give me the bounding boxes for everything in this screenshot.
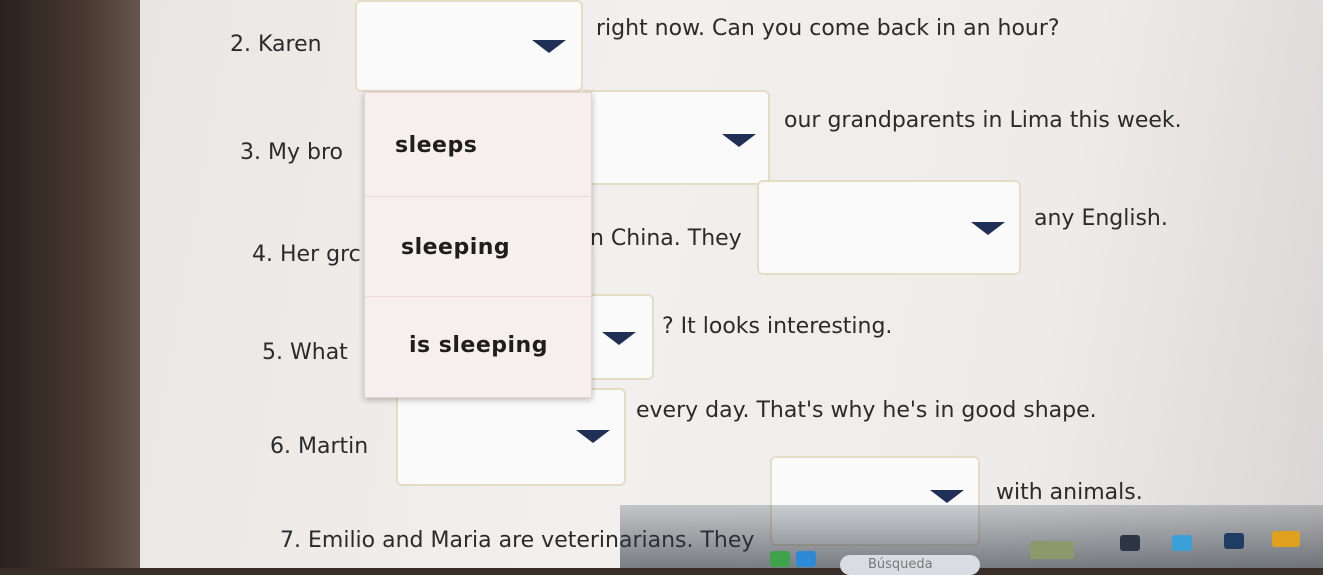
question-5-after: ? It looks interesting. <box>662 314 893 339</box>
folder-icon[interactable] <box>1272 531 1300 547</box>
question-3-after: our grandparents in Lima this week. <box>784 108 1182 133</box>
question-6: 6. Martin <box>270 434 368 459</box>
search-placeholder: Búsqueda <box>868 557 933 572</box>
file-explorer-icon[interactable] <box>1120 535 1140 551</box>
question-number: 7. <box>280 528 301 553</box>
question-number: 3. <box>240 140 261 165</box>
question-4-after: any English. <box>1034 206 1168 231</box>
taskbar-search[interactable]: Búsqueda <box>840 555 980 575</box>
chevron-down-icon <box>971 222 1005 235</box>
answer-dropdown-q3[interactable] <box>580 90 770 185</box>
question-6-after: every day. That's why he's in good shape… <box>636 398 1097 423</box>
question-4-middle: n China. They <box>590 226 742 251</box>
answer-dropdown-q2[interactable] <box>355 0 583 92</box>
taskbar: Búsqueda <box>620 505 1323 575</box>
photo-thumbnail-icon[interactable] <box>1030 541 1074 559</box>
chevron-down-icon <box>722 134 756 147</box>
question-2-after: right now. Can you come back in an hour? <box>596 16 1060 41</box>
question-text-before: What <box>290 340 348 365</box>
chevron-down-icon <box>930 490 964 503</box>
question-4: 4. Her grc <box>252 242 361 267</box>
question-5: 5. What <box>262 340 348 365</box>
chevron-down-icon <box>602 332 636 345</box>
question-number: 4. <box>252 242 273 267</box>
question-text-before: Karen <box>258 32 322 57</box>
dropdown-options-menu: sleeps sleeping is sleeping <box>364 92 592 398</box>
question-2: 2. Karen <box>230 32 322 57</box>
dropdown-option[interactable]: is sleeping <box>365 297 591 399</box>
question-number: 2. <box>230 32 251 57</box>
question-number: 5. <box>262 340 283 365</box>
dropdown-option[interactable]: sleeping <box>365 197 591 297</box>
start-icon[interactable] <box>796 551 816 567</box>
worksheet-screen <box>140 0 1323 568</box>
browser-icon[interactable] <box>1172 535 1192 551</box>
store-icon[interactable] <box>1224 533 1244 549</box>
question-text-before: My bro <box>268 140 343 165</box>
question-7-after: with animals. <box>996 480 1143 505</box>
dropdown-option[interactable]: sleeps <box>365 93 591 197</box>
question-text-before: Her grc <box>280 242 361 267</box>
chevron-down-icon <box>532 40 566 53</box>
question-3: 3. My bro <box>240 140 343 165</box>
question-number: 6. <box>270 434 291 459</box>
chevron-down-icon <box>576 430 610 443</box>
widgets-icon[interactable] <box>770 551 790 567</box>
monitor-bezel <box>0 0 150 568</box>
answer-dropdown-q4[interactable] <box>757 180 1021 275</box>
question-text-before: Martin <box>298 434 369 459</box>
answer-dropdown-q6[interactable] <box>396 388 626 486</box>
